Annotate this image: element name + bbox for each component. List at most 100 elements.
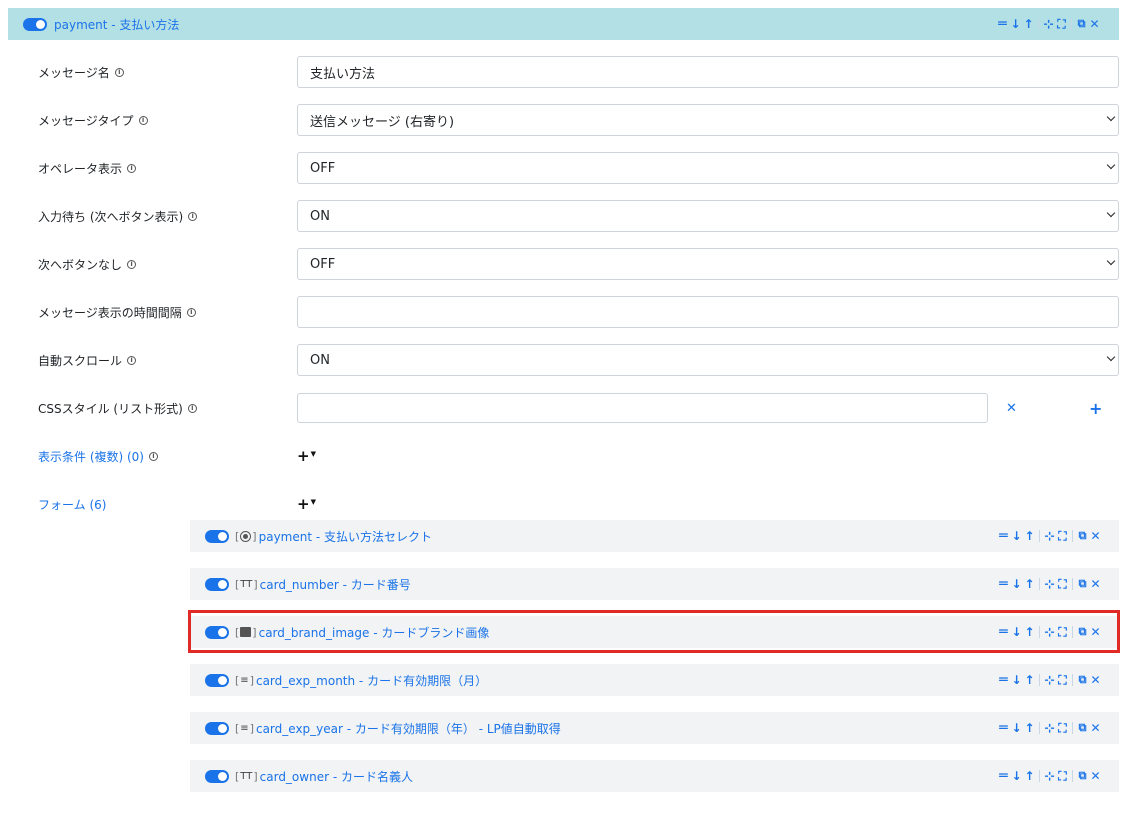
forms-label[interactable]: フォーム (6) <box>38 496 106 513</box>
arrow-up-icon[interactable]: ↑ <box>1024 769 1035 783</box>
toolbar-divider <box>1072 530 1073 542</box>
display-interval-input[interactable] <box>297 296 1119 328</box>
expand-icon[interactable]: ⛶ <box>1057 769 1068 783</box>
enable-toggle[interactable] <box>205 769 229 783</box>
close-icon[interactable]: ✕ <box>1090 625 1101 639</box>
toolbar-divider <box>1039 770 1040 782</box>
add-form-button[interactable]: + ▼ <box>297 495 316 513</box>
message-title[interactable]: payment - 支払い方法 <box>54 16 179 33</box>
reorder-icon[interactable]: ═ <box>998 625 1009 639</box>
compress-icon[interactable]: ⊹ <box>1044 625 1055 639</box>
plus-icon: + <box>297 495 310 513</box>
message-name-input[interactable]: 支払い方法 <box>297 56 1119 88</box>
compress-icon[interactable]: ⊹ <box>1044 673 1055 687</box>
info-icon[interactable]: i <box>187 403 197 413</box>
arrow-up-icon[interactable]: ↑ <box>1024 721 1035 735</box>
arrow-down-icon[interactable]: ↓ <box>1011 625 1022 639</box>
enable-toggle[interactable] <box>205 673 229 687</box>
display-interval-label-text: メッセージ表示の時間間隔 <box>38 305 182 320</box>
reorder-icon[interactable]: ═ <box>998 529 1009 543</box>
add-css-icon[interactable]: + <box>1089 399 1102 418</box>
row-operator-display: オペレータ表示 i OFF <box>38 152 1119 184</box>
copy-icon[interactable]: ⧉ <box>1077 577 1088 591</box>
compress-icon[interactable]: ⊹ <box>1043 17 1054 31</box>
compress-icon[interactable]: ⊹ <box>1044 769 1055 783</box>
arrow-down-icon[interactable]: ↓ <box>1011 769 1022 783</box>
no-next-button-select[interactable]: OFF <box>297 248 1119 280</box>
enable-toggle[interactable] <box>205 577 229 591</box>
info-icon[interactable]: i <box>149 451 158 461</box>
add-condition-button[interactable]: + ▼ <box>297 447 316 465</box>
info-icon[interactable]: i <box>114 67 124 77</box>
enable-toggle[interactable] <box>23 17 47 31</box>
expand-icon[interactable]: ⛶ <box>1056 17 1067 31</box>
form-item-title[interactable]: card_owner - カード名義人 <box>260 768 413 785</box>
copy-icon[interactable]: ⧉ <box>1077 721 1088 735</box>
info-icon[interactable]: i <box>188 211 198 221</box>
reorder-icon[interactable]: ═ <box>998 577 1009 591</box>
message-type-select[interactable]: 送信メッセージ (右寄り) <box>297 104 1119 136</box>
input-wait-select[interactable]: ON <box>297 200 1119 232</box>
arrow-up-icon[interactable]: ↑ <box>1023 17 1034 31</box>
enable-toggle[interactable] <box>205 721 229 735</box>
reorder-icon[interactable]: ═ <box>997 17 1008 31</box>
compress-icon[interactable]: ⊹ <box>1044 721 1055 735</box>
css-style-input[interactable] <box>297 393 988 423</box>
copy-icon[interactable]: ⧉ <box>1076 17 1087 31</box>
info-icon[interactable]: i <box>186 307 196 317</box>
auto-scroll-select[interactable]: ON <box>297 344 1119 376</box>
close-icon[interactable]: ✕ <box>1089 17 1100 31</box>
info-icon[interactable]: i <box>127 259 137 269</box>
expand-icon[interactable]: ⛶ <box>1057 529 1068 543</box>
compress-icon[interactable]: ⊹ <box>1044 529 1055 543</box>
form-item-title[interactable]: card_number - カード番号 <box>260 576 411 593</box>
form-item-title[interactable]: card_brand_image - カードブランド画像 <box>259 624 490 641</box>
arrow-up-icon[interactable]: ↑ <box>1024 577 1035 591</box>
info-icon[interactable]: i <box>127 163 137 173</box>
expand-icon[interactable]: ⛶ <box>1057 577 1068 591</box>
message-name-value: 支払い方法 <box>310 66 376 82</box>
arrow-up-icon[interactable]: ↑ <box>1024 625 1035 639</box>
copy-icon[interactable]: ⧉ <box>1077 673 1088 687</box>
enable-toggle[interactable] <box>205 625 229 639</box>
enable-toggle[interactable] <box>205 529 229 543</box>
form-item: [≡] card_exp_year - カード有効期限（年） - LP値自動取得… <box>190 712 1119 744</box>
conditions-label[interactable]: 表示条件 (複数) (0) i <box>38 448 158 465</box>
arrow-down-icon[interactable]: ↓ <box>1011 577 1022 591</box>
arrow-down-icon[interactable]: ↓ <box>1010 17 1021 31</box>
remove-css-icon[interactable]: ✕ <box>1006 401 1017 416</box>
close-icon[interactable]: ✕ <box>1090 673 1101 687</box>
form-item: [TT] card_owner - カード名義人 ═ ↓ ↑ ⊹ ⛶ ⧉ ✕ <box>190 760 1119 792</box>
arrow-up-icon[interactable]: ↑ <box>1024 673 1035 687</box>
operator-display-label-text: オペレータ表示 <box>38 161 123 176</box>
expand-icon[interactable]: ⛶ <box>1057 673 1068 687</box>
form-item-title[interactable]: card_exp_year - カード有効期限（年） - LP値自動取得 <box>256 720 561 737</box>
reorder-icon[interactable]: ═ <box>998 769 1009 783</box>
input-wait-value: ON <box>310 208 330 224</box>
close-icon[interactable]: ✕ <box>1090 577 1101 591</box>
arrow-down-icon[interactable]: ↓ <box>1011 529 1022 543</box>
compress-icon[interactable]: ⊹ <box>1044 577 1055 591</box>
arrow-up-icon[interactable]: ↑ <box>1024 529 1035 543</box>
info-icon[interactable]: i <box>127 355 137 365</box>
operator-display-select[interactable]: OFF <box>297 152 1119 184</box>
copy-icon[interactable]: ⧉ <box>1077 769 1088 783</box>
auto-scroll-value: ON <box>310 352 330 368</box>
reorder-icon[interactable]: ═ <box>998 721 1009 735</box>
form-type: [≡] <box>235 721 254 735</box>
close-icon[interactable]: ✕ <box>1090 529 1101 543</box>
close-icon[interactable]: ✕ <box>1090 721 1101 735</box>
form-item: [] payment - 支払い方法セレクト ═ ↓ ↑ ⊹ ⛶ ⧉ ✕ <box>190 520 1119 552</box>
form-item-title[interactable]: card_exp_month - カード有効期限（月） <box>256 672 487 689</box>
arrow-down-icon[interactable]: ↓ <box>1011 673 1022 687</box>
close-icon[interactable]: ✕ <box>1090 769 1101 783</box>
copy-icon[interactable]: ⧉ <box>1077 625 1088 639</box>
copy-icon[interactable]: ⧉ <box>1077 529 1088 543</box>
expand-icon[interactable]: ⛶ <box>1057 625 1068 639</box>
expand-icon[interactable]: ⛶ <box>1057 721 1068 735</box>
toolbar-divider <box>1072 674 1073 686</box>
form-item-title[interactable]: payment - 支払い方法セレクト <box>259 528 432 545</box>
info-icon[interactable]: i <box>138 115 148 125</box>
arrow-down-icon[interactable]: ↓ <box>1011 721 1022 735</box>
reorder-icon[interactable]: ═ <box>998 673 1009 687</box>
